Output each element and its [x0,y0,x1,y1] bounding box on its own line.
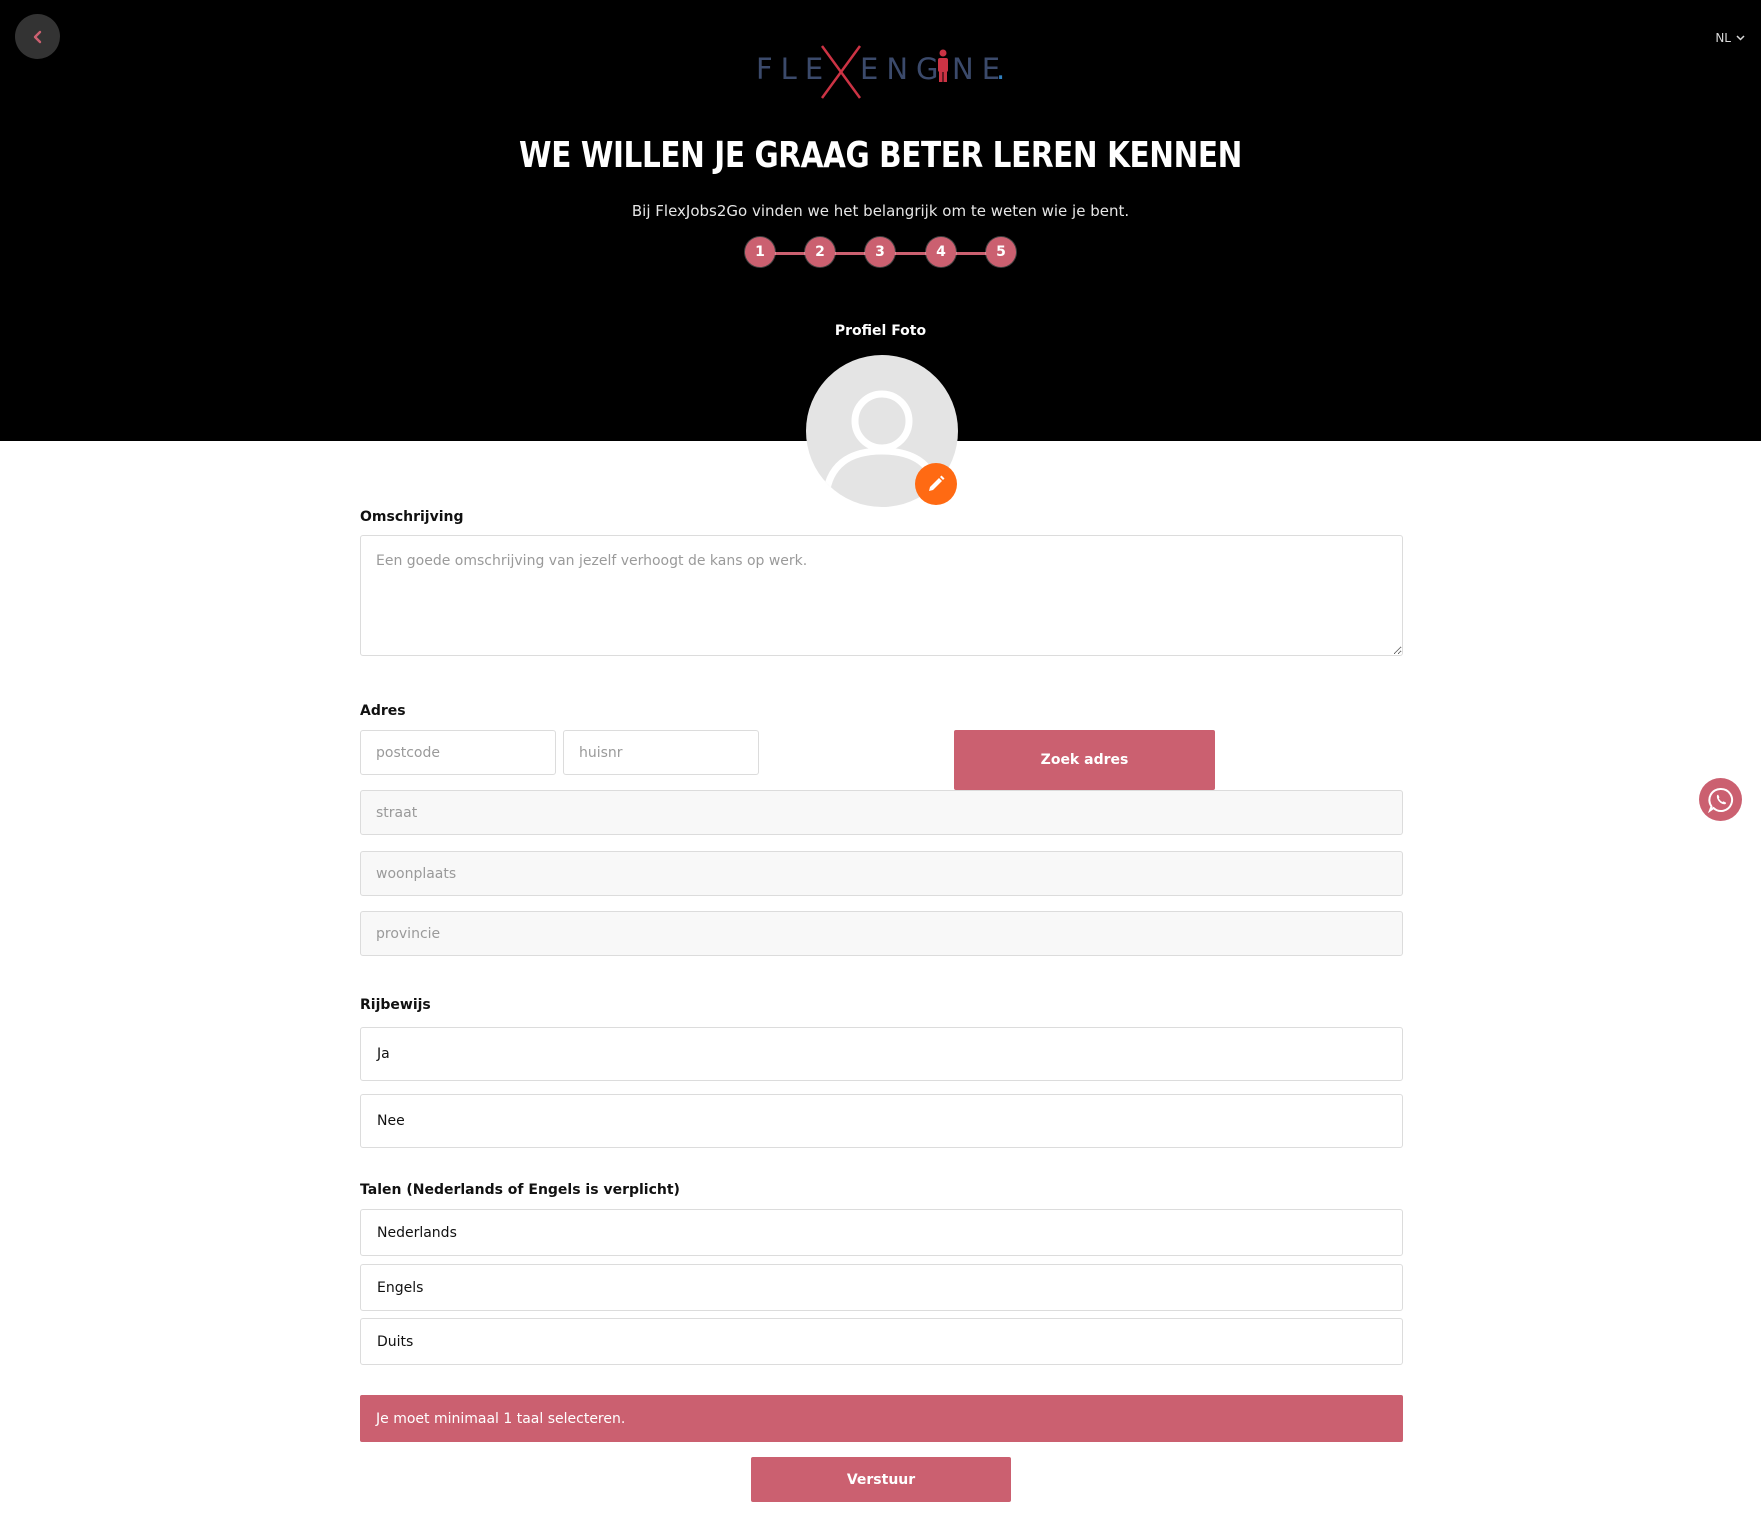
provincie-input[interactable] [360,911,1403,956]
step-1[interactable]: 1 [745,237,775,267]
license-option-label: Ja [377,1046,390,1062]
logo-dot: . [996,52,1014,86]
address-label: Adres [360,703,406,719]
woonplaats-input[interactable] [360,851,1403,896]
step-2[interactable]: 2 [805,237,835,267]
zoek-adres-button[interactable]: Zoek adres [954,730,1215,790]
pencil-icon [929,475,945,491]
whatsapp-icon [1707,787,1733,813]
logo-x-mark [820,45,862,99]
logo-text-right: ENG [860,52,947,86]
license-option-ja[interactable]: Ja [360,1027,1403,1081]
straat-input[interactable] [360,790,1403,835]
language-option-label: Duits [377,1333,414,1350]
page-title: WE WILLEN JE GRAAG BETER LEREN KENNEN [519,135,1242,176]
submit-button[interactable]: Verstuur [751,1457,1011,1502]
chevron-down-icon [1736,35,1745,41]
language-option-nederlands[interactable]: Nederlands [360,1209,1403,1256]
license-option-label: Nee [377,1113,405,1129]
whatsapp-button[interactable] [1699,778,1742,821]
back-button[interactable] [15,14,60,59]
step-4[interactable]: 4 [926,237,956,267]
language-option-duits[interactable]: Duits [360,1318,1403,1365]
language-option-label: Nederlands [377,1224,457,1241]
license-option-nee[interactable]: Nee [360,1094,1403,1148]
description-label: Omschrijving [360,509,464,525]
license-label: Rijbewijs [360,997,431,1013]
page-subtitle: Bij FlexJobs2Go vinden we het belangrijk… [631,202,1130,220]
description-textarea[interactable] [360,535,1403,656]
step-3[interactable]: 3 [865,237,895,267]
progress-stepper: 1 2 3 4 5 [745,237,1017,269]
language-label: NL [1715,31,1731,45]
language-selector[interactable]: NL [1715,31,1745,45]
postcode-input[interactable] [360,730,556,775]
languages-label: Talen (Nederlands of Engels is verplicht… [360,1182,680,1198]
error-message: Je moet minimaal 1 taal selecteren. [376,1410,626,1427]
step-5[interactable]: 5 [986,237,1016,267]
language-option-label: Engels [377,1279,424,1296]
logo-person-icon [938,49,948,82]
edit-photo-button[interactable] [915,463,957,505]
flexengine-logo: FLE ENG NE . [750,40,1010,100]
profile-photo-label: Profiel Foto [834,323,927,339]
huisnr-input[interactable] [563,730,759,775]
language-error-alert: Je moet minimaal 1 taal selecteren. [360,1395,1403,1442]
language-option-engels[interactable]: Engels [360,1264,1403,1311]
chevron-left-icon [33,30,41,43]
